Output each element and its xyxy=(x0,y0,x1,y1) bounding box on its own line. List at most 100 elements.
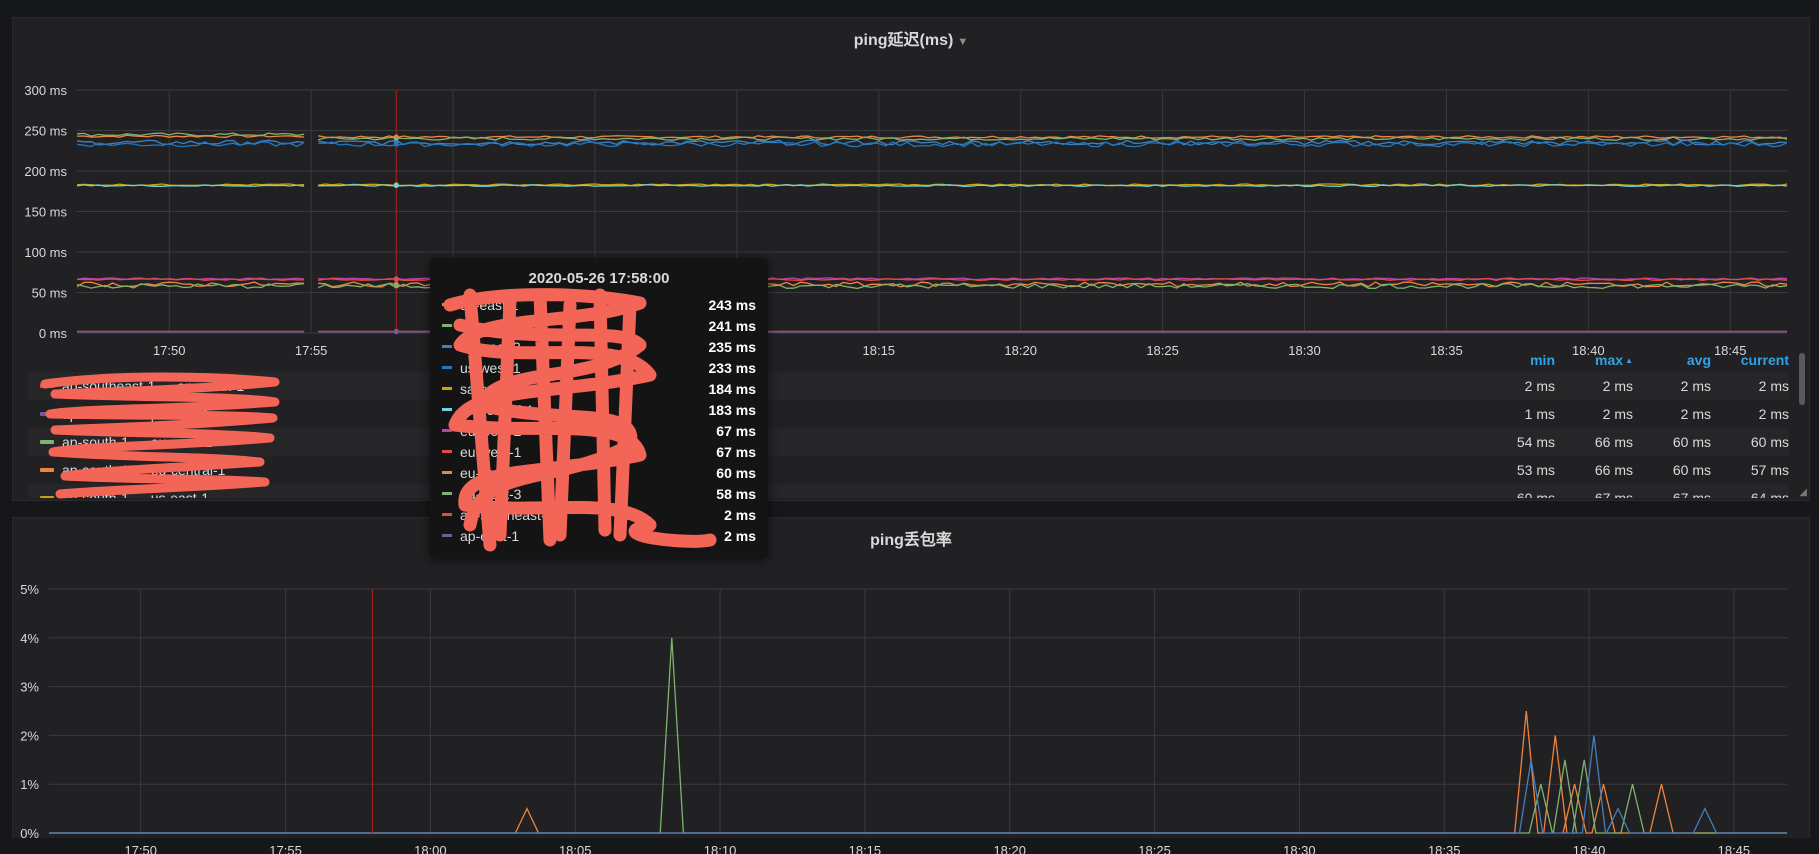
tooltip-series-swatch xyxy=(442,345,452,348)
x-tick-label: 18:45 xyxy=(1718,843,1751,854)
tooltip-row: ca-central-1 183 ms xyxy=(442,399,756,420)
legend-value-min: 53 ms xyxy=(1516,462,1555,478)
legend-series-name[interactable]: ap-east-1 — ap-south-1 xyxy=(62,406,1477,422)
y-tick-label: 0 ms xyxy=(39,326,68,341)
tooltip-series-name: eu-west-3 xyxy=(460,485,522,502)
packet-loss-panel: ping丢包率 0% 1% 2% 3% 4% 5% 17:50 17:55 18:00 18:05… xyxy=(12,517,1810,854)
tooltip-series-value: 60 ms xyxy=(716,464,756,481)
y-tick-label: 2% xyxy=(20,728,39,743)
y-tick-label: 100 ms xyxy=(24,245,67,260)
tooltip-series-name: eu-west-2 xyxy=(460,422,522,439)
tooltip-row: ap-south-1 241 ms xyxy=(442,315,756,336)
legend-series-name[interactable]: ap-south-1 — us-east-1 xyxy=(62,490,1477,498)
latency-chart[interactable]: 0 ms50 ms100 ms150 ms200 ms250 ms300 ms1… xyxy=(13,58,1809,378)
legend-series-name[interactable]: ap-south-1 — eu-west-1 xyxy=(62,434,1477,450)
legend-value-avg: 2 ms xyxy=(1680,378,1711,394)
legend-series-name[interactable]: ap-southeast-1 — ap-south-1 xyxy=(62,378,1477,394)
legend-header-min[interactable]: min xyxy=(1477,348,1555,372)
tooltip-series-name: us-west-1 xyxy=(460,359,521,376)
hover-point xyxy=(393,277,399,283)
y-tick-label: 250 ms xyxy=(24,124,67,139)
y-tick-label: 200 ms xyxy=(24,164,67,179)
legend-value-max: 66 ms xyxy=(1594,434,1633,450)
latency-title-text: ping延迟(ms) xyxy=(853,32,954,49)
x-tick-label: 18:15 xyxy=(849,843,882,854)
tooltip-series-swatch xyxy=(442,324,452,327)
loss-title-text: ping丢包率 xyxy=(870,532,952,549)
legend-value-min: 54 ms xyxy=(1516,434,1555,450)
y-tick-label: 5% xyxy=(20,582,39,597)
resize-handle-icon[interactable]: ◢ xyxy=(1799,487,1807,498)
legend-row[interactable]: ap-south-1 — eu-west-1 54 ms 66 ms 60 ms 60 … xyxy=(28,428,1789,456)
tooltip-series-name: ap-southeast-1 xyxy=(460,506,554,523)
series-color-swatch[interactable] xyxy=(40,412,54,416)
legend-value-min: 60 ms xyxy=(1516,490,1555,498)
legend-value-current: 64 ms xyxy=(1750,490,1789,498)
legend-value-max: 2 ms xyxy=(1602,406,1633,422)
series-line xyxy=(49,710,1787,834)
tooltip-row: eu-west-1 67 ms xyxy=(442,441,756,462)
loss-panel-title[interactable]: ping丢包率 xyxy=(13,526,1809,550)
legend-row[interactable]: ap-east-1 — ap-south-1 1 ms 2 ms 2 ms 2 ms xyxy=(28,400,1789,428)
x-tick-label: 18:30 xyxy=(1283,843,1316,854)
tooltip-series-name: eu-central-1 xyxy=(460,464,535,481)
tooltip-series-value: 243 ms xyxy=(708,296,756,313)
tooltip-series-swatch xyxy=(442,408,452,411)
legend-value-min: 2 ms xyxy=(1524,378,1555,394)
series-line xyxy=(318,184,1788,188)
legend-header-avg[interactable]: avg xyxy=(1633,348,1711,372)
x-tick-label: 17:55 xyxy=(269,843,302,854)
tooltip-row: ap-east-1 2 ms xyxy=(442,525,756,546)
legend-value-current: 2 ms xyxy=(1758,406,1789,422)
tooltip-series-value: 184 ms xyxy=(708,380,756,397)
legend-series-name[interactable]: ap-south-1 — eu-central-1 xyxy=(62,462,1477,478)
series-color-swatch[interactable] xyxy=(40,440,54,444)
x-tick-label: 18:10 xyxy=(704,843,737,854)
legend-value-current: 2 ms xyxy=(1758,378,1789,394)
y-tick-label: 50 ms xyxy=(32,286,68,301)
x-tick-label: 18:00 xyxy=(414,843,447,854)
legend-row[interactable]: ap-south-1 — us-east-1 60 ms 67 ms 67 ms 64 … xyxy=(28,484,1789,498)
chevron-down-icon[interactable]: ▼ xyxy=(957,36,968,48)
series-color-swatch[interactable] xyxy=(40,384,54,388)
legend-header-current[interactable]: current xyxy=(1711,348,1789,372)
y-tick-label: 3% xyxy=(20,680,39,695)
legend-row[interactable]: ap-south-1 — eu-central-1 53 ms 66 ms 60 ms… xyxy=(28,456,1789,484)
packet-loss-chart[interactable]: 0% 1% 2% 3% 4% 5% 17:50 17:55 18:00 18:05 18:10 18:… xyxy=(13,554,1809,854)
legend-value-avg: 60 ms xyxy=(1672,462,1711,478)
legend-scrollbar[interactable] xyxy=(1799,353,1805,405)
tooltip-series-value: 241 ms xyxy=(708,317,756,334)
tooltip-time: 2020-05-26 17:58:00 xyxy=(528,270,670,287)
hover-point xyxy=(393,183,399,189)
legend-row[interactable]: ap-southeast-1 — ap-south-1 2 ms 2 ms 2 ms 2… xyxy=(28,372,1789,400)
tooltip-series-name: us-west-2 xyxy=(460,338,521,355)
legend-header-max-label: max xyxy=(1595,352,1624,368)
legend-value-max: 67 ms xyxy=(1594,490,1633,498)
hover-point xyxy=(393,141,399,147)
tooltip-row: eu-west-2 67 ms xyxy=(442,420,756,441)
tooltip-row: us-west-1 233 ms xyxy=(442,357,756,378)
hover-point xyxy=(393,329,399,335)
tooltip-series-value: 233 ms xyxy=(708,359,756,376)
tooltip-series-swatch xyxy=(442,513,452,516)
tooltip-row: sa-east-1 184 ms xyxy=(442,378,756,399)
legend-header: min max ▲ avg current xyxy=(1477,348,1789,372)
series-color-swatch[interactable] xyxy=(40,468,54,472)
sort-asc-icon: ▲ xyxy=(1625,356,1633,366)
x-tick-label: 18:05 xyxy=(559,843,592,854)
tooltip-series-name: eu-west-1 xyxy=(460,443,522,460)
tooltip-series-value: 58 ms xyxy=(716,485,756,502)
legend-value-current: 60 ms xyxy=(1750,434,1789,450)
tooltip-series-value: 2 ms xyxy=(724,527,756,544)
series-line xyxy=(318,141,1788,148)
series-color-swatch[interactable] xyxy=(40,496,54,498)
tooltip-rows: us-east-1 243 ms ap-south-1 241 ms us-west-2… xyxy=(442,294,756,546)
x-tick-label: 18:20 xyxy=(993,843,1026,854)
legend-value-avg: 2 ms xyxy=(1680,406,1711,422)
legend-header-max[interactable]: max ▲ xyxy=(1555,348,1633,372)
legend-values: 1 ms 2 ms 2 ms 2 ms xyxy=(1477,406,1789,422)
tooltip-row: eu-central-1 60 ms xyxy=(442,462,756,483)
latency-panel-title[interactable]: ping延迟(ms) ▼ xyxy=(13,26,1809,50)
legend-values: 53 ms 66 ms 60 ms 57 ms xyxy=(1477,462,1789,478)
legend-value-avg: 67 ms xyxy=(1672,490,1711,498)
